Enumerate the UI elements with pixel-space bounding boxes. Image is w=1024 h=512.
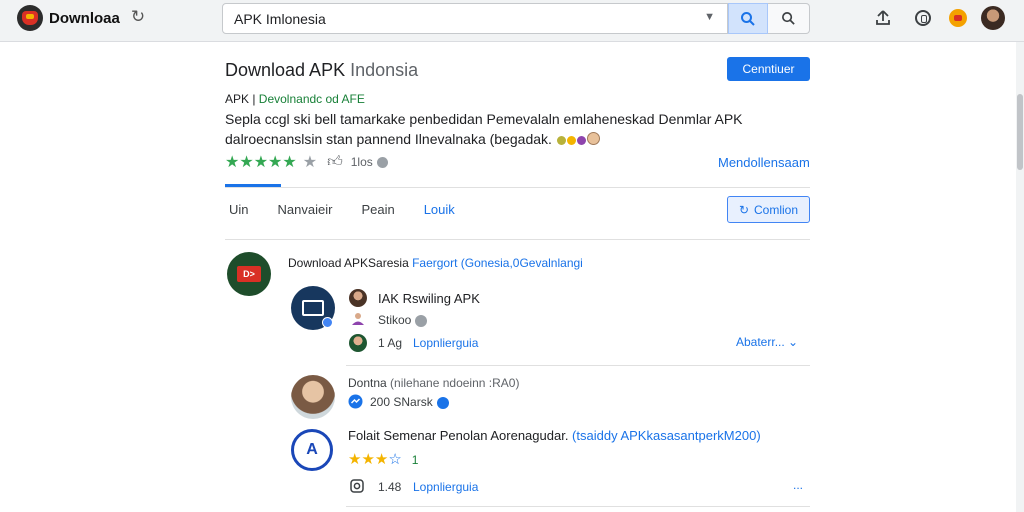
user-avatar[interactable]	[349, 334, 367, 352]
more-options-icon[interactable]: ...	[793, 478, 803, 492]
post-meta: Stikoo	[378, 313, 428, 327]
emoji-icons	[556, 130, 600, 150]
post-stat: 1 Ag	[378, 336, 403, 350]
people-icon	[351, 312, 365, 326]
chevron-down-icon: ⌄	[788, 335, 799, 349]
share-icon[interactable]	[872, 7, 894, 29]
instagram-icon	[350, 479, 364, 493]
verified-icon	[415, 314, 428, 327]
feed-header: Download APKSaresia Faergort (Gonesia,0G…	[288, 256, 583, 270]
divider	[346, 506, 810, 507]
subtitle-green: Devolnandc od AFE	[258, 92, 365, 106]
tab-nanvaieir[interactable]: Nanvaieir	[278, 202, 333, 217]
feed-header-text: Download APKSaresia	[288, 256, 413, 270]
scrollbar[interactable]	[1016, 42, 1024, 512]
post-body: Folait Semenar Penolan Aorenagudar. (tsa…	[348, 428, 761, 443]
page-title: Download APK Indonsia	[225, 60, 418, 81]
publisher-avatar[interactable]: D>	[227, 252, 271, 296]
search-secondary-button[interactable]	[768, 3, 810, 34]
comlion-button[interactable]: ↻ Comlion	[727, 196, 810, 223]
divider	[346, 365, 810, 366]
comlion-button-label: Comlion	[754, 202, 799, 217]
subtitle: APK | Devolnandc od AFE	[225, 92, 365, 106]
post-meta-text: 200 SNarsk	[370, 395, 433, 409]
rating-count: 1los	[350, 155, 373, 169]
verified-icon	[436, 396, 449, 409]
post-meta: 200 SNarsk	[370, 395, 449, 409]
post-body-link[interactable]: (tsaiddy APKkasasantperkM200)	[572, 428, 761, 443]
divider	[225, 239, 810, 240]
messenger-icon	[348, 394, 363, 409]
post-title[interactable]: IAK Rswiling APK	[378, 291, 480, 306]
top-bar: Downloaa ↻ ▼	[0, 0, 1024, 42]
thumbs-up-icon[interactable]: 👍︎	[327, 153, 343, 171]
dropdown-caret-icon[interactable]: ▼	[704, 11, 715, 23]
post-avatar[interactable]	[291, 375, 335, 419]
search-icon	[782, 12, 795, 25]
search-box[interactable]: ▼	[222, 3, 728, 34]
tab-bar: Uin Nanvaieir Peain Louik	[229, 202, 484, 217]
reload-icon[interactable]: ↻	[128, 7, 148, 27]
continue-button[interactable]: Cenntiuer	[727, 57, 810, 81]
search-input[interactable]	[234, 10, 694, 28]
subtitle-prefix: APK |	[225, 92, 259, 106]
post-title-muted: (nilehane ndoeinn :RA0)	[390, 376, 520, 390]
page-title-suffix: Indonsia	[345, 60, 419, 80]
rating-row: ★★★★★ ★ 👍︎ 1los	[225, 153, 388, 171]
app-logo-icon[interactable]	[17, 5, 43, 31]
badge-icon[interactable]	[947, 7, 969, 29]
post-avatar[interactable]: A	[291, 429, 333, 471]
post-stat: 1.48	[378, 480, 402, 494]
star-rating: ★★★	[348, 451, 389, 468]
tab-louik[interactable]: Louik	[424, 202, 455, 217]
feed-header-link[interactable]: Faergort (Gonesia,0Gevalnlangi	[412, 256, 583, 270]
star-rating[interactable]: ★★★★★	[225, 152, 297, 172]
post-avatar[interactable]	[291, 286, 335, 330]
more-link-label: Abaterr...	[736, 335, 785, 349]
more-link[interactable]: Abaterr... ⌄	[736, 335, 798, 349]
scrollbar-thumb[interactable]	[1017, 94, 1023, 170]
post-rating[interactable]: ★★★☆ 1	[348, 450, 418, 468]
refresh-icon: ↻	[738, 202, 750, 217]
post-meta-text: Stikoo	[378, 313, 412, 327]
post-author[interactable]: Dontna	[348, 376, 390, 390]
description: Sepla ccgl ski bell tamarkake penbedidan…	[225, 109, 785, 150]
star-outline-icon[interactable]: ★	[303, 152, 317, 172]
divider	[225, 187, 810, 188]
info-circle-icon[interactable]	[912, 7, 934, 29]
description-text: Sepla ccgl ski bell tamarkake penbedidan…	[225, 111, 743, 147]
tab-uin[interactable]: Uin	[229, 202, 249, 217]
star-outline-icon: ☆	[388, 451, 402, 468]
post-stat-link[interactable]: Lopnlierguia	[413, 336, 478, 350]
post-body-text: Folait Semenar Penolan Aorenagudar.	[348, 428, 573, 443]
avatar[interactable]	[981, 6, 1005, 30]
reviews-link[interactable]: Mendollensaam	[718, 155, 810, 170]
tab-peain[interactable]: Peain	[361, 202, 394, 217]
post-title: Dontna (nilehane ndoeinn :RA0)	[348, 376, 519, 390]
post-stat-link[interactable]: Lopnlierguia	[413, 480, 478, 494]
info-dot-icon	[376, 156, 388, 168]
rating-value: 1	[411, 453, 419, 467]
app-title: Downloaa	[49, 10, 120, 27]
search-button[interactable]	[728, 3, 768, 34]
page-title-main: Download APK	[225, 60, 346, 80]
search-icon	[741, 11, 755, 26]
user-avatar[interactable]	[349, 289, 367, 307]
